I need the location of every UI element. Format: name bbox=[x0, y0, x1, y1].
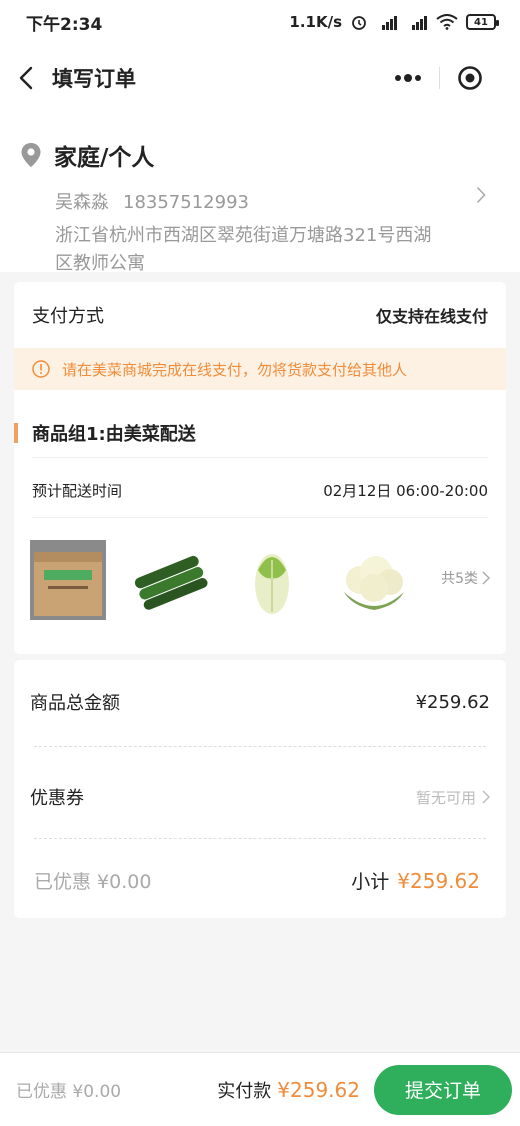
summary-card: 商品总金额 ¥259.62 优惠券 暂无可用 已优惠 ¥0.00 小计 ¥259.… bbox=[14, 660, 506, 918]
coupon-row[interactable]: 优惠券 暂无可用 bbox=[14, 754, 506, 840]
checkout-bar: 已优惠 ¥0.00 实付款 ¥259.62 提交订单 bbox=[0, 1052, 520, 1126]
contact-name: 吴森淼 bbox=[55, 192, 109, 213]
hd-signal-icon bbox=[376, 14, 398, 30]
location-pin-icon bbox=[21, 143, 41, 167]
chevron-right-icon bbox=[476, 186, 486, 204]
group-title: 商品组1:由美菜配送 bbox=[32, 424, 196, 445]
divider bbox=[32, 457, 488, 458]
close-button[interactable] bbox=[440, 58, 501, 98]
contact-phone: 18357512993 bbox=[123, 192, 249, 213]
network-speed: 1.1K/s bbox=[289, 13, 342, 31]
wifi-icon bbox=[436, 14, 458, 30]
payment-notice: 请在美菜商城完成在线支付，勿将货款支付给其他人 bbox=[14, 348, 506, 390]
goods-total-row: 商品总金额 ¥259.62 bbox=[14, 660, 506, 744]
payment-label: 支付方式 bbox=[32, 306, 104, 327]
back-arrow-icon bbox=[19, 66, 33, 90]
goods-total-value: ¥259.62 bbox=[415, 691, 490, 713]
subtotal-label: 小计 bbox=[351, 870, 390, 893]
payment-value: 仅支持在线支付 bbox=[375, 307, 488, 326]
group-accent-bar bbox=[14, 423, 18, 443]
goods-list[interactable]: 共5类 bbox=[14, 536, 506, 624]
more-button[interactable] bbox=[378, 58, 439, 98]
status-time: 下午2:34 bbox=[26, 14, 103, 35]
divider bbox=[32, 517, 488, 518]
goods-group-header: 商品组1:由美菜配送 bbox=[14, 410, 506, 456]
chevron-right-icon bbox=[482, 571, 490, 585]
delivery-label: 预计配送时间 bbox=[32, 481, 123, 500]
page-title: 填写订单 bbox=[52, 67, 136, 91]
pay-amount-value: ¥259.62 bbox=[277, 1077, 360, 1102]
status-bar: 下午2:34 1.1K/s 41 bbox=[0, 0, 520, 44]
dashed-divider bbox=[34, 838, 486, 839]
target-close-icon bbox=[457, 66, 482, 90]
nav-bar: 填写订单 bbox=[0, 44, 520, 112]
goods-count-label: 共5类 bbox=[441, 571, 478, 587]
bottom-discount-text: 已优惠 ¥0.00 bbox=[16, 1082, 122, 1102]
product-thumb-cabbage bbox=[234, 540, 310, 620]
product-thumb-cucumber bbox=[132, 540, 208, 620]
coupon-status: 暂无可用 bbox=[416, 787, 490, 808]
submit-order-button[interactable]: 提交订单 bbox=[374, 1064, 512, 1115]
address-detail: 浙江省杭州市西湖区翠苑街道万塘路321号西湖区教师公寓 bbox=[55, 225, 432, 274]
subtotal: 小计 ¥259.62 bbox=[351, 867, 480, 894]
coupon-value: 暂无可用 bbox=[415, 788, 476, 807]
order-card: 支付方式 仅支持在线支付 请在美菜商城完成在线支付，勿将货款支付给其他人 商品组… bbox=[14, 282, 506, 654]
delivery-time: 02月12日 06:00-20:00 bbox=[323, 481, 488, 500]
mini-program-capsule bbox=[378, 58, 500, 98]
delivery-time-row: 预计配送时间 02月12日 06:00-20:00 bbox=[14, 468, 506, 512]
alarm-icon bbox=[350, 13, 368, 31]
address-section[interactable]: 家庭/个人 吴森淼 18357512993 浙江省杭州市西湖区翠苑街道万塘路321… bbox=[0, 112, 520, 274]
address-type: 家庭/个人 bbox=[54, 145, 155, 171]
address-contact: 吴森淼 18357512993 bbox=[55, 188, 500, 214]
chevron-right-icon bbox=[482, 790, 490, 804]
address-header: 家庭/个人 bbox=[20, 138, 500, 172]
discount-text: 已优惠 ¥0.00 bbox=[34, 870, 152, 893]
back-button[interactable] bbox=[0, 44, 52, 112]
notice-text: 请在美菜商城完成在线支付，勿将货款支付给其他人 bbox=[62, 360, 408, 379]
status-icons: 1.1K/s 41 bbox=[289, 13, 499, 31]
subtotal-row: 已优惠 ¥0.00 小计 ¥259.62 bbox=[14, 842, 506, 918]
dashed-divider bbox=[34, 746, 486, 747]
payment-method-row: 支付方式 仅支持在线支付 bbox=[14, 282, 506, 348]
product-thumb-cauliflower bbox=[336, 540, 412, 620]
battery-icon: 41 bbox=[466, 14, 499, 30]
goods-total-label: 商品总金额 bbox=[30, 693, 120, 714]
goods-count[interactable]: 共5类 bbox=[441, 568, 490, 588]
subtotal-value: ¥259.62 bbox=[397, 868, 480, 893]
coupon-label: 优惠券 bbox=[30, 788, 84, 809]
hd-signal-icon bbox=[406, 14, 428, 30]
product-thumb-box bbox=[30, 540, 106, 620]
more-dots-icon bbox=[395, 74, 422, 82]
warning-icon bbox=[32, 360, 50, 378]
pay-amount-label: 实付款 bbox=[217, 1080, 272, 1102]
